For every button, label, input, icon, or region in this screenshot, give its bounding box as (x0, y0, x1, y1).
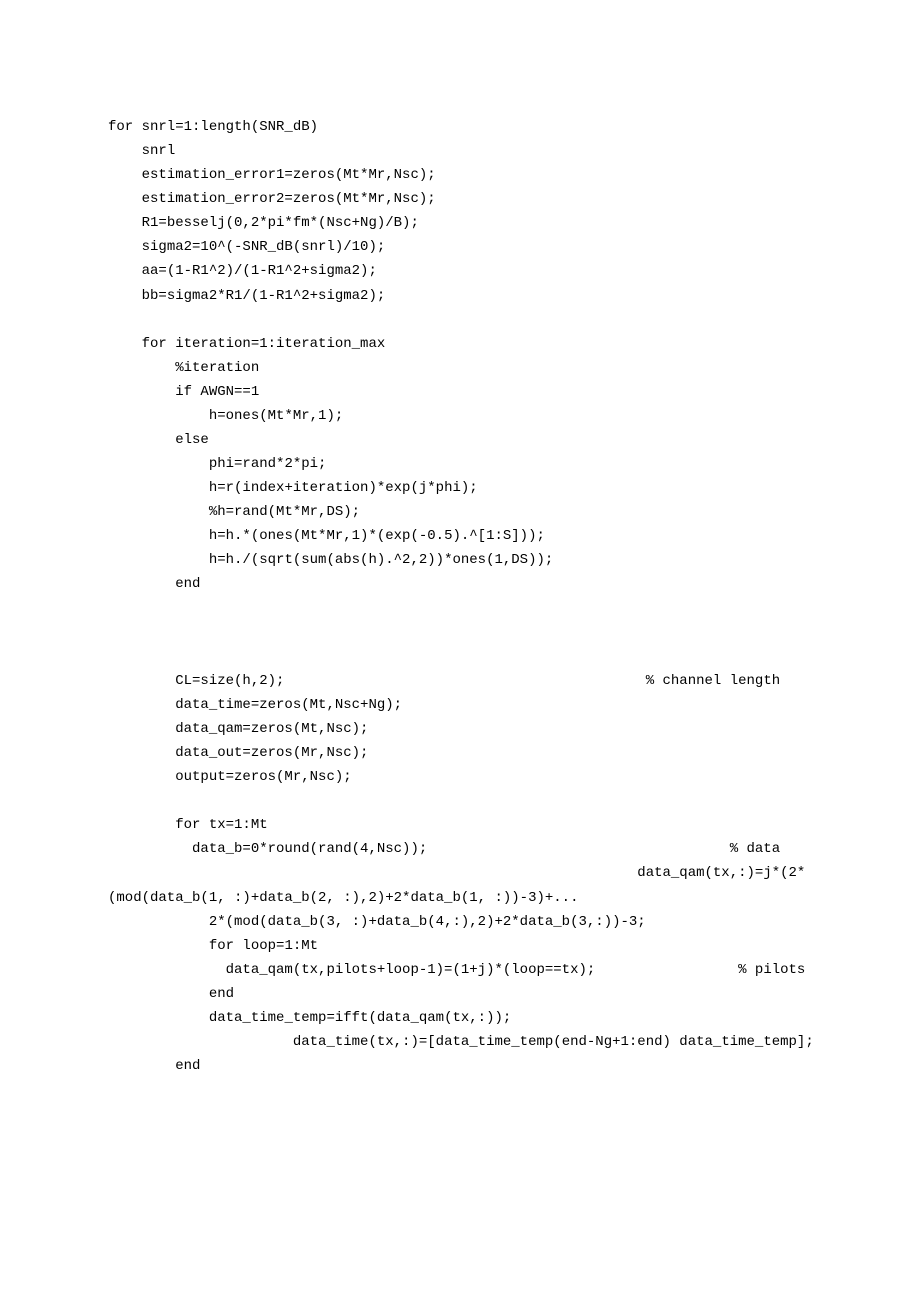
code-line: sigma2=10^(-SNR_dB(snrl)/10); (108, 239, 385, 255)
code-line: for snrl=1:length(SNR_dB) (108, 119, 318, 135)
code-line: data_time=zeros(Mt,Nsc+Ng); (108, 697, 402, 713)
code-line: R1=besselj(0,2*pi*fm*(Nsc+Ng)/B); (108, 215, 419, 231)
code-line: data_qam=zeros(Mt,Nsc); (108, 721, 368, 737)
code-line: data_time(tx,:)=[data_time_temp(end-Ng+1… (108, 1034, 814, 1050)
code-line: data_b=0*round(rand(4,Nsc)); % data (108, 841, 780, 857)
code-line: data_time_temp=ifft(data_qam(tx,:)); (108, 1010, 511, 1026)
code-line: snrl (108, 143, 175, 159)
code-line: h=ones(Mt*Mr,1); (108, 408, 343, 424)
code-line: bb=sigma2*R1/(1-R1^2+sigma2); (108, 288, 385, 304)
code-line: output=zeros(Mr,Nsc); (108, 769, 352, 785)
code-line: data_out=zeros(Mr,Nsc); (108, 745, 368, 761)
code-line: phi=rand*2*pi; (108, 456, 326, 472)
code-line: h=r(index+iteration)*exp(j*phi); (108, 480, 478, 496)
code-line: estimation_error1=zeros(Mt*Mr,Nsc); (108, 167, 436, 183)
code-line: for tx=1:Mt (108, 817, 268, 833)
code-line: end (108, 1058, 200, 1074)
code-line: end (108, 986, 234, 1002)
code-line: h=h./(sqrt(sum(abs(h).^2,2))*ones(1,DS))… (108, 552, 553, 568)
code-line: aa=(1-R1^2)/(1-R1^2+sigma2); (108, 263, 377, 279)
code-line: 2*(mod(data_b(3, :)+data_b(4,:),2)+2*dat… (108, 914, 646, 930)
code-content: for snrl=1:length(SNR_dB) snrl estimatio… (108, 115, 815, 1078)
code-line: data_qam(tx,pilots+loop-1)=(1+j)*(loop==… (108, 962, 805, 978)
code-line: h=h.*(ones(Mt*Mr,1)*(exp(-0.5).^[1:S])); (108, 528, 545, 544)
code-line: %iteration (108, 360, 259, 376)
code-line: else (108, 432, 209, 448)
code-line: for loop=1:Mt (108, 938, 318, 954)
code-line: %h=rand(Mt*Mr,DS); (108, 504, 360, 520)
code-line: estimation_error2=zeros(Mt*Mr,Nsc); (108, 191, 436, 207)
code-line: data_qam(tx,:)=j*(2*(mod(data_b(1, :)+da… (108, 865, 805, 905)
code-line: CL=size(h,2); % channel length (108, 673, 780, 689)
code-line: for iteration=1:iteration_max (108, 336, 385, 352)
code-line: end (108, 576, 200, 592)
code-line: if AWGN==1 (108, 384, 259, 400)
